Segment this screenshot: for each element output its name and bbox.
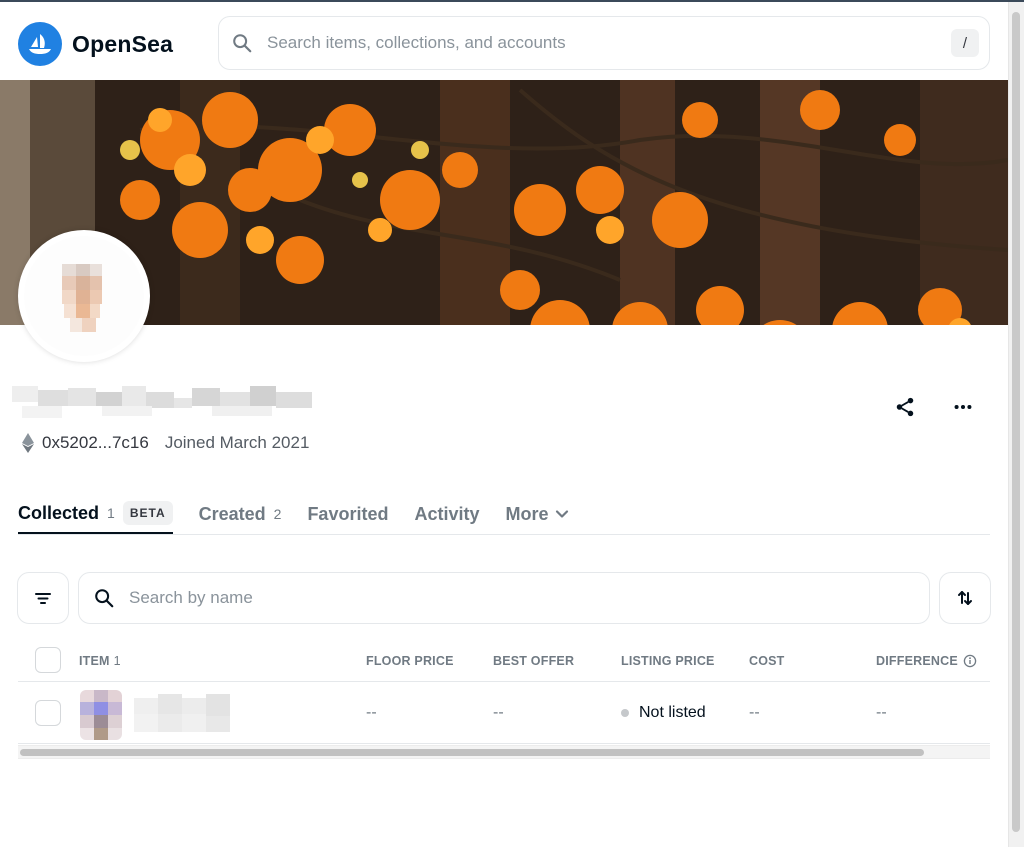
- info-icon[interactable]: [963, 654, 977, 668]
- profile-tabs: Collected 1 BETA Created 2 Favorited Act…: [18, 494, 595, 534]
- tab-count: 1: [107, 505, 115, 521]
- tab-more[interactable]: More: [506, 494, 569, 534]
- item-thumbnail[interactable]: [80, 690, 122, 740]
- filter-button[interactable]: [17, 572, 69, 624]
- profile-actions: [890, 392, 978, 422]
- table-row[interactable]: -- -- Not listed -- --: [18, 682, 990, 744]
- profile-avatar[interactable]: [18, 230, 150, 362]
- listing-status-text: Not listed: [639, 704, 706, 721]
- cost-value: --: [749, 704, 760, 721]
- search-by-name-placeholder: Search by name: [129, 588, 253, 607]
- search-icon: [95, 589, 114, 608]
- opensea-logo-icon: [18, 22, 62, 66]
- header: OpenSea Search items, collections, and a…: [0, 2, 1008, 80]
- column-listing-price[interactable]: LISTING PRICE: [621, 654, 715, 668]
- tab-label: Activity: [414, 503, 480, 524]
- tab-label: Collected: [18, 502, 100, 523]
- table-horizontal-scrollbar[interactable]: [18, 745, 990, 759]
- ellipsis-icon: [954, 404, 972, 410]
- brand-name: OpenSea: [72, 30, 174, 57]
- tab-label: Created: [198, 503, 266, 524]
- column-difference-label: DIFFERENCE: [876, 654, 958, 668]
- items-table: ITEM 1 FLOOR PRICE BEST OFFER LISTING PR…: [18, 638, 990, 744]
- listing-price-value: Not listed: [621, 704, 706, 722]
- wallet-info: 0x5202...7c16 Joined March 2021: [22, 433, 309, 453]
- tab-created[interactable]: Created 2: [199, 494, 282, 534]
- ethereum-icon: [22, 433, 34, 453]
- banner-image: [0, 80, 1008, 325]
- floor-price-value: --: [366, 704, 377, 721]
- column-floor-price[interactable]: FLOOR PRICE: [366, 654, 454, 668]
- sort-button[interactable]: [939, 572, 991, 624]
- difference-value: --: [876, 704, 887, 721]
- sort-arrows-icon: [958, 591, 972, 605]
- tab-favorited[interactable]: Favorited: [307, 494, 388, 534]
- select-all-checkbox[interactable]: [35, 647, 61, 673]
- search-by-name-input[interactable]: Search by name: [78, 572, 930, 624]
- search-shortcut-key: /: [951, 29, 979, 57]
- column-cost[interactable]: COST: [749, 654, 785, 668]
- tab-label: More: [505, 503, 549, 524]
- joined-date: Joined March 2021: [164, 433, 310, 452]
- tab-label: Favorited: [307, 503, 389, 524]
- global-search-placeholder: Search items, collections, and accounts: [267, 33, 566, 52]
- tab-collected[interactable]: Collected 1 BETA: [18, 494, 173, 534]
- filter-icon: [35, 593, 51, 604]
- status-dot: [621, 709, 629, 717]
- vertical-scrollbar[interactable]: [1008, 2, 1024, 847]
- more-options-button[interactable]: [948, 392, 978, 422]
- column-item: ITEM 1: [79, 654, 121, 668]
- vertical-scrollbar-thumb[interactable]: [1012, 12, 1020, 832]
- chevron-down-icon: [555, 510, 568, 518]
- tab-count: 2: [273, 506, 282, 522]
- share-icon: [896, 397, 914, 417]
- wallet-address[interactable]: 0x5202...7c16: [42, 433, 149, 453]
- beta-badge: BETA: [122, 501, 173, 525]
- tab-activity[interactable]: Activity: [414, 494, 479, 534]
- column-difference[interactable]: DIFFERENCE: [876, 654, 977, 668]
- column-item-label: ITEM: [79, 654, 110, 668]
- column-item-count: 1: [113, 654, 121, 668]
- share-button[interactable]: [890, 392, 920, 422]
- best-offer-value: --: [493, 704, 504, 721]
- opensea-logo[interactable]: OpenSea: [18, 22, 173, 66]
- table-scrollbar-thumb[interactable]: [20, 749, 924, 756]
- profile-banner: [0, 80, 1008, 325]
- item-name-redacted: [134, 694, 230, 732]
- tabs-divider: [18, 534, 990, 535]
- row-checkbox[interactable]: [35, 700, 61, 726]
- global-search-input[interactable]: Search items, collections, and accounts …: [218, 16, 990, 70]
- profile-name-redacted: [12, 386, 312, 418]
- table-header: ITEM 1 FLOOR PRICE BEST OFFER LISTING PR…: [18, 638, 990, 682]
- search-icon: [233, 34, 252, 53]
- avatar-image: [24, 236, 144, 356]
- column-best-offer[interactable]: BEST OFFER: [493, 654, 574, 668]
